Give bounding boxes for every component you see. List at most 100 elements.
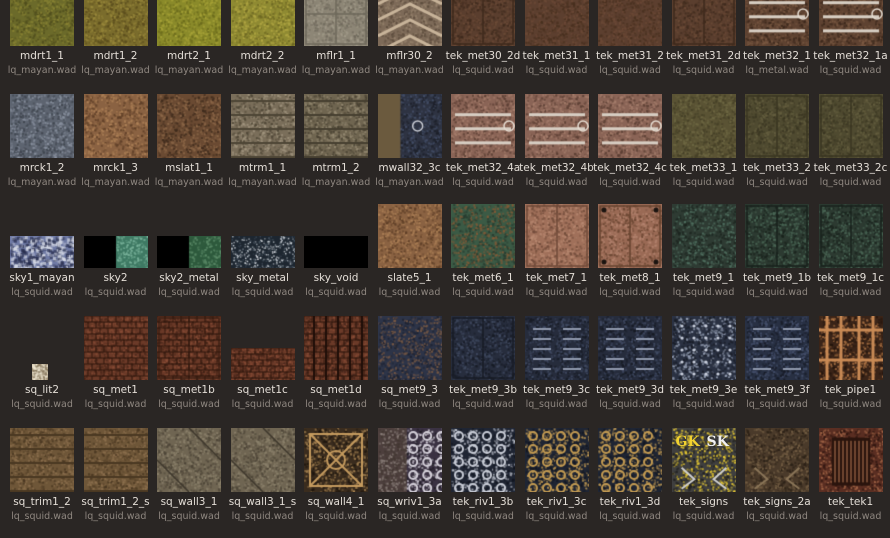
texture-wad: lq_mayan.wad xyxy=(77,177,155,188)
texture-tile[interactable]: sq_wall4_1 lq_squid.wad xyxy=(297,428,370,538)
texture-tile[interactable]: sq_wriv1_3a lq_squid.wad xyxy=(371,428,444,538)
texture-tile[interactable]: sq_trim1_2_s lq_squid.wad xyxy=(77,428,150,538)
texture-thumbnail xyxy=(745,94,809,158)
texture-wad: lq_squid.wad xyxy=(665,65,743,76)
texture-tile[interactable]: tek_riv1_3d lq_squid.wad xyxy=(591,428,664,538)
texture-wad: lq_mayan.wad xyxy=(371,177,449,188)
texture-tile[interactable]: sq_met1 lq_squid.wad xyxy=(77,316,150,426)
texture-tile[interactable]: tek_met9_3c lq_squid.wad xyxy=(518,316,591,426)
texture-name: tek_met9_3e xyxy=(665,384,743,396)
texture-tile[interactable]: tek_met9_3e lq_squid.wad xyxy=(665,316,738,426)
texture-tile[interactable]: mwall32_3c lq_mayan.wad xyxy=(371,94,444,204)
texture-tile[interactable]: tek_met9_3d lq_squid.wad xyxy=(591,316,664,426)
texture-tile[interactable]: tek_met32_4b lq_squid.wad xyxy=(518,94,591,204)
texture-tile[interactable]: sky_void lq_squid.wad xyxy=(297,204,370,314)
texture-tile[interactable]: tek_met33_2 lq_squid.wad xyxy=(738,94,811,204)
texture-tile[interactable]: sq_met1d lq_squid.wad xyxy=(297,316,370,426)
texture-thumbnail xyxy=(745,204,809,268)
texture-tile[interactable]: tek_met33_1 lq_squid.wad xyxy=(665,94,738,204)
texture-thumbnail xyxy=(304,236,368,268)
texture-tile[interactable]: sq_met9_3 lq_squid.wad xyxy=(371,316,444,426)
texture-tile[interactable]: sq_lit2 lq_squid.wad xyxy=(3,316,76,426)
texture-tile[interactable]: mrck1_3 lq_mayan.wad xyxy=(77,94,150,204)
texture-tile[interactable]: sq_wall3_1 lq_squid.wad xyxy=(150,428,223,538)
texture-tile[interactable]: tek_met33_2c lq_squid.wad xyxy=(812,94,885,204)
texture-tile[interactable]: tek_met9_1 lq_squid.wad xyxy=(665,204,738,314)
texture-wad: lq_squid.wad xyxy=(518,65,596,76)
texture-tile[interactable]: mslat1_1 lq_mayan.wad xyxy=(150,94,223,204)
texture-thumbnail xyxy=(84,0,148,46)
texture-tile[interactable]: tek_pipe1 lq_squid.wad xyxy=(812,316,885,426)
texture-name: sq_wall4_1 xyxy=(297,496,375,508)
texture-wad: lq_mayan.wad xyxy=(3,177,81,188)
texture-wad: lq_squid.wad xyxy=(518,177,596,188)
texture-tile[interactable]: sky_metal lq_squid.wad xyxy=(224,204,297,314)
texture-thumbnail xyxy=(525,94,589,158)
texture-wad: lq_squid.wad xyxy=(224,511,302,522)
texture-tile[interactable]: mtrm1_1 lq_mayan.wad xyxy=(224,94,297,204)
texture-tile[interactable]: sq_trim1_2 lq_squid.wad xyxy=(3,428,76,538)
texture-thumbnail xyxy=(598,204,662,268)
texture-thumbnail xyxy=(378,428,442,492)
texture-name: slate5_1 xyxy=(371,272,449,284)
texture-wad: lq_squid.wad xyxy=(77,511,155,522)
texture-wad: lq_squid.wad xyxy=(665,287,743,298)
texture-tile[interactable]: GK SK tek_signs lq_squid.wad xyxy=(665,428,738,538)
texture-tile[interactable]: slate5_1 lq_squid.wad xyxy=(371,204,444,314)
texture-name: tek_met9_1 xyxy=(665,272,743,284)
texture-wad: lq_squid.wad xyxy=(812,511,890,522)
texture-tile[interactable]: tek_met8_1 lq_squid.wad xyxy=(591,204,664,314)
texture-tile[interactable]: tek_met9_3f lq_squid.wad xyxy=(738,316,811,426)
texture-wad: lq_squid.wad xyxy=(224,287,302,298)
texture-tile[interactable]: tek_met9_1c lq_squid.wad xyxy=(812,204,885,314)
texture-tile[interactable]: tek_met6_1 lq_squid.wad xyxy=(444,204,517,314)
texture-wad: lq_mayan.wad xyxy=(224,177,302,188)
texture-wad: lq_squid.wad xyxy=(3,511,81,522)
texture-tile[interactable]: sky2_metal lq_squid.wad xyxy=(150,204,223,314)
texture-tile[interactable]: tek_met9_3b lq_squid.wad xyxy=(444,316,517,426)
texture-thumbnail xyxy=(598,0,662,46)
texture-thumbnail xyxy=(672,0,736,46)
texture-thumbnail xyxy=(304,316,368,380)
texture-thumbnail xyxy=(231,428,295,492)
texture-name: tek_pipe1 xyxy=(812,384,890,396)
texture-tile[interactable]: tek_signs_2a lq_squid.wad xyxy=(738,428,811,538)
texture-tile[interactable]: sq_wall3_1_s lq_squid.wad xyxy=(224,428,297,538)
texture-tile[interactable]: sq_met1b lq_squid.wad xyxy=(150,316,223,426)
texture-thumbnail xyxy=(819,204,883,268)
texture-thumbnail xyxy=(378,0,442,46)
texture-wad: lq_squid.wad xyxy=(297,399,375,410)
texture-wad: lq_squid.wad xyxy=(444,511,522,522)
texture-tile[interactable]: tek_riv1_3b lq_squid.wad xyxy=(444,428,517,538)
texture-name: sq_met1c xyxy=(224,384,302,396)
texture-name: sky_void xyxy=(297,272,375,284)
texture-wad: lq_squid.wad xyxy=(812,177,890,188)
texture-wad: lq_squid.wad xyxy=(518,399,596,410)
texture-thumbnail xyxy=(525,0,589,46)
texture-tile[interactable]: mtrm1_2 lq_mayan.wad xyxy=(297,94,370,204)
texture-wad: lq_squid.wad xyxy=(444,177,522,188)
texture-tile[interactable]: sq_met1c lq_squid.wad xyxy=(224,316,297,426)
texture-tile[interactable]: sky2 lq_squid.wad xyxy=(77,204,150,314)
texture-tile[interactable]: tek_riv1_3c lq_squid.wad xyxy=(518,428,591,538)
texture-name: sq_met1d xyxy=(297,384,375,396)
texture-name: tek_met33_1 xyxy=(665,162,743,174)
texture-thumbnail xyxy=(525,204,589,268)
texture-tile[interactable]: tek_met32_4a lq_squid.wad xyxy=(444,94,517,204)
texture-wad: lq_squid.wad xyxy=(812,399,890,410)
texture-wad: lq_squid.wad xyxy=(371,287,449,298)
texture-wad: lq_squid.wad xyxy=(518,511,596,522)
texture-tile[interactable]: tek_tek1 lq_squid.wad xyxy=(812,428,885,538)
texture-wad: lq_mayan.wad xyxy=(371,65,449,76)
texture-tile[interactable]: tek_met9_1b lq_squid.wad xyxy=(738,204,811,314)
texture-tile[interactable]: mrck1_2 lq_mayan.wad xyxy=(3,94,76,204)
texture-tile[interactable]: tek_met7_1 lq_squid.wad xyxy=(518,204,591,314)
texture-wad: lq_squid.wad xyxy=(812,287,890,298)
texture-name: mrck1_2 xyxy=(3,162,81,174)
texture-name: sq_trim1_2_s xyxy=(77,496,155,508)
texture-tile[interactable]: tek_met32_4c lq_squid.wad xyxy=(591,94,664,204)
texture-tile[interactable]: sky1_mayan lq_squid.wad xyxy=(3,204,76,314)
texture-wad: lq_squid.wad xyxy=(591,177,669,188)
texture-name: tek_met31_2 xyxy=(591,50,669,62)
texture-wad: lq_squid.wad xyxy=(3,287,81,298)
